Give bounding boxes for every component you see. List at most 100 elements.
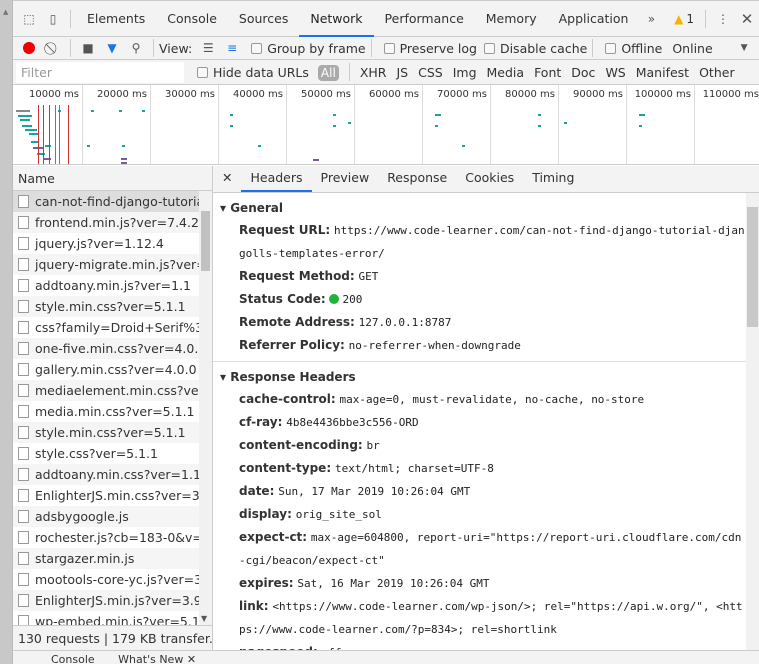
filter-input[interactable]: Filter	[16, 61, 184, 83]
throttle-select[interactable]: Online	[672, 41, 712, 56]
request-list-scrollbar[interactable]: ▼	[199, 191, 212, 625]
close-details-icon[interactable]: ✕	[213, 165, 241, 192]
request-name[interactable]: adsbygoogle.js	[35, 509, 129, 524]
network-overview[interactable]: 10000 ms 20000 ms 30000 ms 40000 ms 50000 ms…	[13, 85, 759, 165]
request-row[interactable]: wp-embed.min.js?ver=5.1.1	[13, 611, 199, 625]
request-name[interactable]: mediaelement.min.css?ver=5...	[35, 383, 199, 398]
request-name[interactable]: EnlighterJS.min.js?ver=3.9.0	[35, 593, 199, 608]
request-row[interactable]: css?family=Droid+Serif%3A4...	[13, 317, 199, 338]
inspect-element-icon[interactable]: ⬚	[17, 8, 41, 30]
close-drawer-tab-icon[interactable]: ✕	[187, 653, 196, 664]
disable-cache-label[interactable]: Disable cache	[500, 41, 587, 56]
scroll-down-icon[interactable]: ▼	[201, 614, 207, 623]
tab-memory[interactable]: Memory	[475, 1, 548, 37]
filter-type-label[interactable]: CSS	[418, 65, 443, 80]
details-tab-response[interactable]: Response	[378, 165, 456, 192]
request-row[interactable]: style.css?ver=5.1.1	[13, 443, 199, 464]
details-tab-preview[interactable]: Preview	[312, 165, 379, 192]
filter-type-doc[interactable]: Doc	[566, 65, 600, 80]
request-row[interactable]: addtoany.min.js?ver=1.1	[13, 275, 199, 296]
disable-cache-checkbox[interactable]	[483, 42, 495, 54]
request-name[interactable]: jquery-migrate.min.js?ver=1.4	[35, 257, 199, 272]
filter-type-ws[interactable]: WS	[600, 65, 630, 80]
filter-type-label[interactable]: Font	[534, 65, 561, 80]
hide-data-urls-checkbox[interactable]	[197, 66, 208, 78]
request-row[interactable]: mediaelement.min.css?ver=5...	[13, 380, 199, 401]
details-tab-timing[interactable]: Timing	[523, 165, 583, 192]
filter-type-img[interactable]: Img	[448, 65, 482, 80]
details-tab-cookies[interactable]: Cookies	[456, 165, 523, 192]
request-row[interactable]: frontend.min.js?ver=7.4.2	[13, 212, 199, 233]
chevron-down-icon[interactable]: ▼	[741, 43, 748, 53]
menu-icon[interactable]: ⋮	[711, 8, 735, 30]
request-row[interactable]: adsbygoogle.js	[13, 506, 199, 527]
search-icon[interactable]: ⚲	[124, 37, 148, 59]
filter-type-label[interactable]: All	[317, 64, 339, 81]
waterfall-icon[interactable]: ≡	[220, 37, 244, 59]
filter-type-all[interactable]: All	[313, 64, 344, 81]
response-headers-section-header[interactable]: ▾ Response Headers	[213, 361, 746, 388]
request-row[interactable]: style.min.css?ver=5.1.1	[13, 422, 199, 443]
filter-type-label[interactable]: Media	[487, 65, 525, 80]
filter-type-label[interactable]: Img	[453, 65, 477, 80]
group-by-frame-label[interactable]: Group by frame	[267, 41, 365, 56]
filter-type-label[interactable]: Other	[699, 65, 735, 80]
request-name[interactable]: can-not-find-django-tutorial-...	[35, 194, 199, 209]
filter-type-manifest[interactable]: Manifest	[631, 65, 694, 80]
request-name[interactable]: css?family=Droid+Serif%3A4...	[35, 320, 199, 335]
warning-icon[interactable]: ▲	[674, 12, 683, 26]
request-row[interactable]: media.min.css?ver=5.1.1	[13, 401, 199, 422]
group-by-frame-checkbox[interactable]	[251, 42, 263, 54]
request-name[interactable]: style.min.css?ver=5.1.1	[35, 425, 186, 440]
request-row[interactable]: gallery.min.css?ver=4.0.0	[13, 359, 199, 380]
request-row[interactable]: stargazer.min.js	[13, 548, 199, 569]
request-name[interactable]: mootools-core-yc.js?ver=3.9.0	[35, 572, 199, 587]
details-tab-headers[interactable]: Headers	[241, 165, 312, 192]
name-column-header[interactable]: Name	[13, 166, 212, 191]
request-name[interactable]: jquery.js?ver=1.12.4	[35, 236, 164, 251]
request-row[interactable]: addtoany.min.css?ver=1.15	[13, 464, 199, 485]
request-row[interactable]: jquery.js?ver=1.12.4	[13, 233, 199, 254]
request-row[interactable]: style.min.css?ver=5.1.1	[13, 296, 199, 317]
drawer-tab-console[interactable]: Console	[51, 653, 95, 664]
drawer-tab-whats-new[interactable]: What's New	[118, 653, 183, 664]
request-row[interactable]: mootools-core-yc.js?ver=3.9.0	[13, 569, 199, 590]
tab-performance[interactable]: Performance	[374, 1, 475, 37]
request-name[interactable]: style.css?ver=5.1.1	[35, 446, 158, 461]
device-toolbar-icon[interactable]: ▯	[41, 8, 65, 30]
request-row[interactable]: EnlighterJS.min.js?ver=3.9.0	[13, 590, 199, 611]
tab-elements[interactable]: Elements	[76, 1, 156, 37]
close-icon[interactable]: ✕	[735, 8, 759, 30]
tab-application[interactable]: Application	[548, 1, 640, 37]
more-tabs-icon[interactable]: »	[639, 8, 663, 30]
warning-count[interactable]: 1	[686, 12, 694, 26]
tab-network[interactable]: Network	[299, 1, 374, 37]
request-name[interactable]: addtoany.min.js?ver=1.1	[35, 278, 191, 293]
request-name[interactable]: stargazer.min.js	[35, 551, 134, 566]
request-row[interactable]: rochester.js?cb=183-0&v=8	[13, 527, 199, 548]
offline-label[interactable]: Offline	[621, 41, 662, 56]
request-name[interactable]: frontend.min.js?ver=7.4.2	[35, 215, 199, 230]
request-name[interactable]: one-five.min.css?ver=4.0.0	[35, 341, 199, 356]
filter-icon[interactable]: ▼	[100, 37, 124, 59]
request-name[interactable]: rochester.js?cb=183-0&v=8	[35, 530, 199, 545]
filter-type-label[interactable]: Manifest	[636, 65, 689, 80]
request-row[interactable]: one-five.min.css?ver=4.0.0	[13, 338, 199, 359]
request-row[interactable]: can-not-find-django-tutorial-...	[13, 191, 199, 212]
filter-type-css[interactable]: CSS	[413, 65, 448, 80]
filter-type-font[interactable]: Font	[529, 65, 566, 80]
large-rows-icon[interactable]: ☰	[196, 37, 220, 59]
request-name[interactable]: gallery.min.css?ver=4.0.0	[35, 362, 197, 377]
request-name[interactable]: style.min.css?ver=5.1.1	[35, 299, 186, 314]
tab-sources[interactable]: Sources	[228, 1, 299, 37]
filter-type-label[interactable]: WS	[605, 65, 625, 80]
clear-icon[interactable]: ⃠	[41, 37, 65, 59]
preserve-log-label[interactable]: Preserve log	[400, 41, 477, 56]
filter-type-xhr[interactable]: XHR	[355, 65, 392, 80]
filter-type-other[interactable]: Other	[694, 65, 740, 80]
capture-screenshots-icon[interactable]: ■	[76, 37, 100, 59]
record-icon[interactable]	[17, 37, 41, 59]
tab-console[interactable]: Console	[156, 1, 228, 37]
filter-type-media[interactable]: Media	[482, 65, 530, 80]
scroll-up-icon[interactable]: ▲	[3, 8, 8, 16]
